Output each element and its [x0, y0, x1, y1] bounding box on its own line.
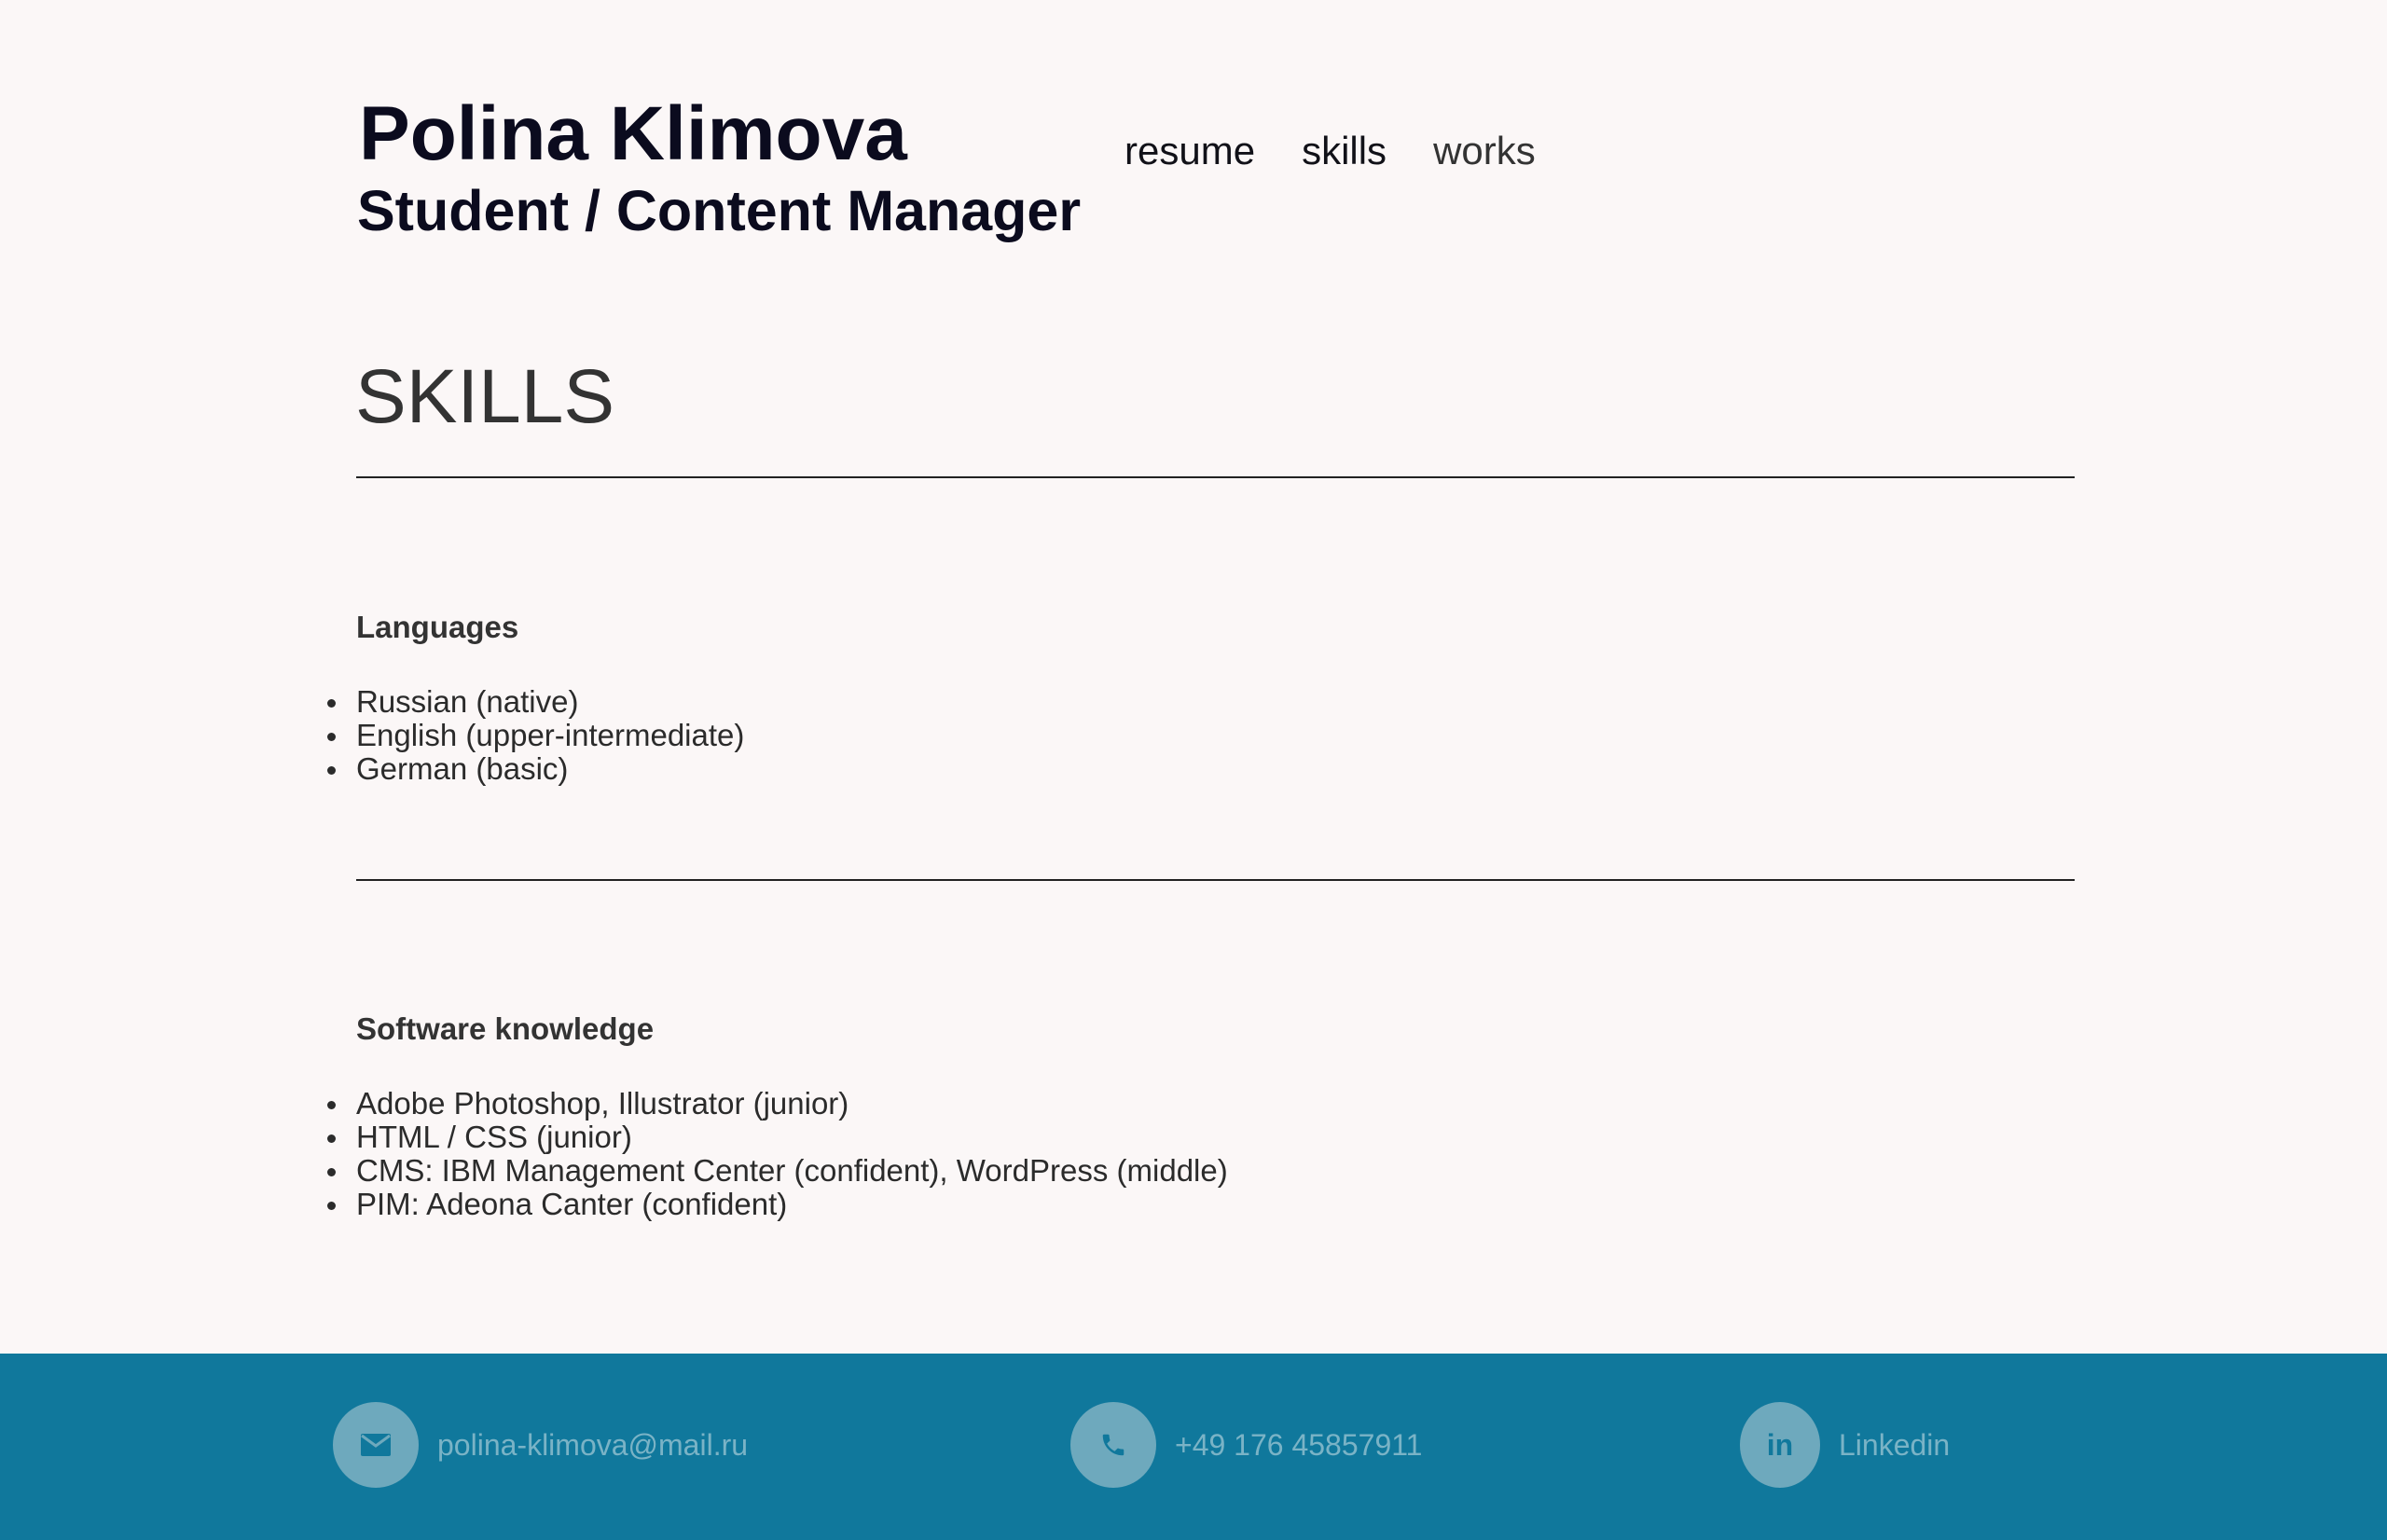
linkedin-contact-link[interactable]: in Linkedin [1740, 1402, 1950, 1488]
envelope-icon [333, 1402, 419, 1488]
list-item: PIM: Adeona Canter (confident) [327, 1188, 1228, 1221]
phone-label: +49 176 45857911 [1175, 1427, 1423, 1462]
list-item: Adobe Photoshop, Illustrator (junior) [327, 1087, 1228, 1121]
section-title: SKILLS [355, 354, 615, 439]
software-heading: Software knowledge [356, 1011, 655, 1046]
phone-icon [1070, 1402, 1156, 1488]
list-item: Russian (native) [326, 685, 744, 719]
email-contact-link[interactable]: polina-klimova@mail.ru [333, 1402, 748, 1488]
nav-link-skills[interactable]: skills [1302, 124, 1387, 178]
phone-contact-link[interactable]: +49 176 45857911 [1070, 1402, 1422, 1488]
page-owner-name: Polina Klimova [359, 91, 907, 176]
list-item: English (upper-intermediate) [326, 718, 745, 752]
linkedin-icon: in [1740, 1402, 1820, 1488]
list-item: CMS: IBM Management Center (confident), … [327, 1153, 1228, 1188]
email-label: polina-klimova@mail.ru [437, 1427, 749, 1462]
nav-link-works[interactable]: works [1433, 124, 1536, 178]
section-divider [356, 476, 2075, 478]
contact-footer: polina-klimova@mail.ru +49 176 45857911 … [0, 1354, 2387, 1540]
software-list: Adobe Photoshop, Illustrator (junior) HT… [327, 1087, 1228, 1221]
main-nav: resume skills works [1125, 124, 1582, 178]
linkedin-label: Linkedin [1839, 1427, 1951, 1462]
page-owner-role: Student / Content Manager [357, 179, 1082, 242]
languages-list: Russian (native) English (upper-intermed… [326, 685, 745, 786]
nav-link-resume[interactable]: resume [1125, 124, 1255, 178]
list-item: German (basic) [326, 752, 744, 786]
list-item: HTML / CSS (junior) [327, 1121, 1228, 1154]
group-divider [356, 879, 2075, 881]
languages-heading: Languages [356, 610, 519, 644]
